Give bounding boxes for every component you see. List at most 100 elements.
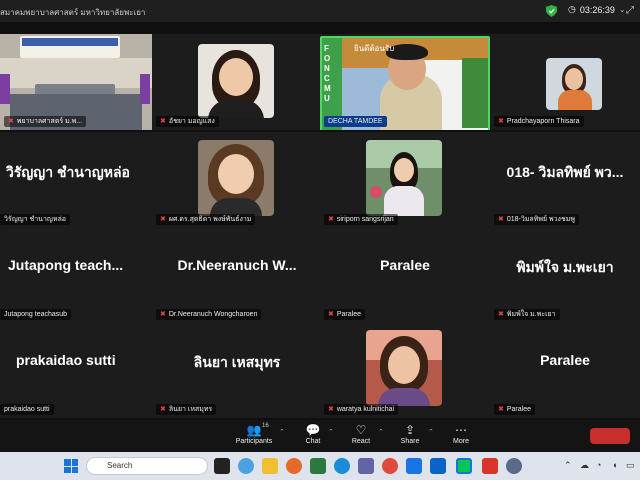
banner-side-text: FONCMU (324, 44, 331, 103)
task-view-icon[interactable] (214, 458, 230, 474)
participants-icon: 👥 (246, 423, 262, 437)
participant-big-name: Paralee (540, 352, 590, 368)
video-tile[interactable]: prakaidao sutti prakaidao sutti (0, 322, 152, 418)
video-tile[interactable]: ลินยา เหสมุทร ✖ ลินยา เหสมุทร (152, 322, 322, 418)
participants-count: 16 (262, 423, 269, 429)
participants-label: Participants (235, 438, 273, 445)
video-tile-active-speaker[interactable]: FONCMU ยินดีต้อนรับ DECHA TAMDEE (320, 34, 490, 130)
meeting-timer[interactable]: ◷ 03:26:39 ⌄ (568, 4, 626, 15)
mic-muted-icon: ✖ (160, 118, 166, 125)
participant-name-tag: ✖ ลินยา เหสมุทร (156, 404, 217, 415)
participant-video (198, 44, 274, 118)
participant-name-tag: ✖ waratya kulnitichai (324, 404, 399, 415)
participant-video (546, 58, 602, 110)
participant-big-name: prakaidao sutti (16, 352, 116, 368)
timer-text: 03:26:39 (579, 4, 615, 15)
store-icon[interactable] (310, 458, 326, 474)
chat-button[interactable]: 💬 Chat (300, 422, 326, 445)
video-tile[interactable]: ✖ siriporn sangsrijan (320, 132, 490, 228)
mic-muted-icon: ✖ (160, 311, 166, 318)
expand-icon[interactable]: ⤢ (626, 5, 634, 16)
video-tile[interactable]: Jutapong teach... Jutapong teachasub (0, 227, 152, 323)
participant-video (366, 140, 442, 216)
mic-muted-icon: ✖ (498, 311, 504, 318)
chevron-up-icon[interactable]: ⌃ (279, 428, 285, 436)
react-button[interactable]: ♡ React (346, 422, 376, 445)
participant-big-name: Jutapong teach... (8, 257, 124, 273)
tray-chevron-icon[interactable]: ⌃ (564, 460, 572, 471)
participants-button[interactable]: 👥 16 Participants (232, 422, 276, 445)
video-tile[interactable]: 018- วิมลทิพย์ พว... ✖ 018-วิมลทิพย์ พวงช… (490, 132, 640, 228)
windows-taskbar: ⌕ Search ⌃ ☁ ◔ ◖ ▭ (0, 452, 640, 480)
participant-big-name: 018- วิมลทิพย์ พว... (506, 164, 624, 180)
video-tile[interactable]: พิมพ์ใจ ม.พะเยา ✖ พิมพ์ใจ ม.พะเยา (490, 227, 640, 323)
settings-gear-icon[interactable] (506, 458, 522, 474)
windows-start-icon[interactable] (64, 459, 78, 473)
video-tile[interactable]: Paralee ✖ Paralee (320, 227, 490, 323)
participant-name-tag: prakaidao sutti (0, 404, 54, 415)
edge-icon[interactable] (334, 458, 350, 474)
participant-big-name: Dr.Neeranuch W... (177, 257, 297, 273)
participant-big-name: วิรัญญา ชำนาญหล่อ (6, 164, 130, 180)
video-tile[interactable]: Paralee ✖ Paralee (490, 322, 640, 418)
mic-muted-icon: ✖ (498, 406, 504, 413)
mic-muted-icon: ✖ (328, 406, 334, 413)
wifi-icon[interactable]: ◔ (596, 460, 601, 470)
video-tile[interactable]: ✖ อัชยา มอญแสง (152, 34, 322, 130)
clock-icon: ◷ (568, 4, 576, 14)
app-icon[interactable] (482, 458, 498, 474)
participant-video (198, 140, 274, 216)
video-tile[interactable]: ✖ Pradchayaporn Thisara (490, 34, 640, 130)
zoom-icon[interactable] (406, 458, 422, 474)
chevron-up-icon[interactable]: ⌃ (428, 428, 434, 436)
participant-big-name: Paralee (380, 257, 430, 273)
cloud-icon[interactable]: ☁ (580, 460, 589, 471)
chevron-down-icon: ⌄ (618, 5, 626, 14)
participant-name-tag: ✖ Pradchayaporn Thisara (494, 116, 584, 127)
taskbar-search-input[interactable]: Search (86, 457, 208, 475)
encryption-shield-icon[interactable] (546, 5, 557, 17)
more-label: More (453, 438, 469, 445)
participant-name-tag: ✖ 018-วิมลทิพย์ พวงชมพู (494, 214, 579, 225)
mic-muted-icon: ✖ (160, 216, 166, 223)
participant-name-tag: ✖ พยาบาลศาสตร์ ม.พ... (4, 116, 87, 127)
chevron-up-icon[interactable]: ⌃ (378, 428, 384, 436)
teams-icon[interactable] (358, 458, 374, 474)
volume-icon[interactable]: ◖ (612, 460, 617, 470)
chat-icon: 💬 (305, 423, 321, 437)
gallery-view: ✖ พยาบาลศาสตร์ ม.พ... ✖ อัชยา มอญแสง FONCM… (0, 22, 640, 420)
participant-video (366, 330, 442, 406)
participant-name-tag: วิรัญญา ชำนาญหล่อ (0, 214, 70, 225)
react-label: React (351, 438, 371, 445)
participant-name-tag: ✖ Paralee (324, 309, 366, 320)
copilot-icon[interactable] (238, 458, 254, 474)
video-tile[interactable]: ✖ waratya kulnitichai (320, 322, 490, 418)
meeting-controls-toolbar: 👥 16 Participants ⌃ 💬 Chat ⌃ ♡ React ⌃ ⇪… (0, 420, 640, 452)
more-icon: ⋯ (455, 423, 467, 437)
line-icon[interactable] (456, 458, 472, 474)
battery-icon[interactable]: ▭ (626, 460, 635, 471)
mic-muted-icon: ✖ (8, 118, 14, 125)
video-tile[interactable]: วิรัญญา ชำนาญหล่อ วิรัญญา ชำนาญหล่อ (0, 132, 152, 228)
chevron-up-icon[interactable]: ⌃ (328, 428, 334, 436)
participant-big-name: ลินยา เหสมุทร (193, 354, 281, 370)
more-button[interactable]: ⋯ More (448, 422, 474, 445)
banner-top-text: ยินดีต้อนรับ (354, 44, 395, 53)
participant-name-tag: Jutapong teachasub (0, 309, 72, 320)
video-tile[interactable]: ✖ พยาบาลศาสตร์ ม.พ... (0, 34, 152, 130)
participant-name-tag: ✖ siriporn sangsrijan (324, 214, 398, 225)
heart-icon: ♡ (355, 423, 367, 437)
outlook-icon[interactable] (430, 458, 446, 474)
file-explorer-icon[interactable] (262, 458, 278, 474)
video-tile[interactable]: Dr.Neeranuch W... ✖ Dr.Neeranuch Wongchar… (152, 227, 322, 323)
mic-muted-icon: ✖ (328, 311, 334, 318)
firefox-icon[interactable] (286, 458, 302, 474)
chrome-icon[interactable] (382, 458, 398, 474)
leave-meeting-button[interactable] (590, 428, 630, 444)
participant-name-tag: ✖ Dr.Neeranuch Wongcharoen (156, 309, 262, 320)
share-button[interactable]: ⇪ Share (396, 422, 424, 445)
share-label: Share (400, 438, 420, 445)
video-tile[interactable]: ✖ ผศ.ดร.สุดธิดา พงษ์พันธ์งาม (152, 132, 322, 228)
participant-name-tag: ✖ ผศ.ดร.สุดธิดา พงษ์พันธ์งาม (156, 214, 256, 225)
mic-muted-icon: ✖ (328, 216, 334, 223)
